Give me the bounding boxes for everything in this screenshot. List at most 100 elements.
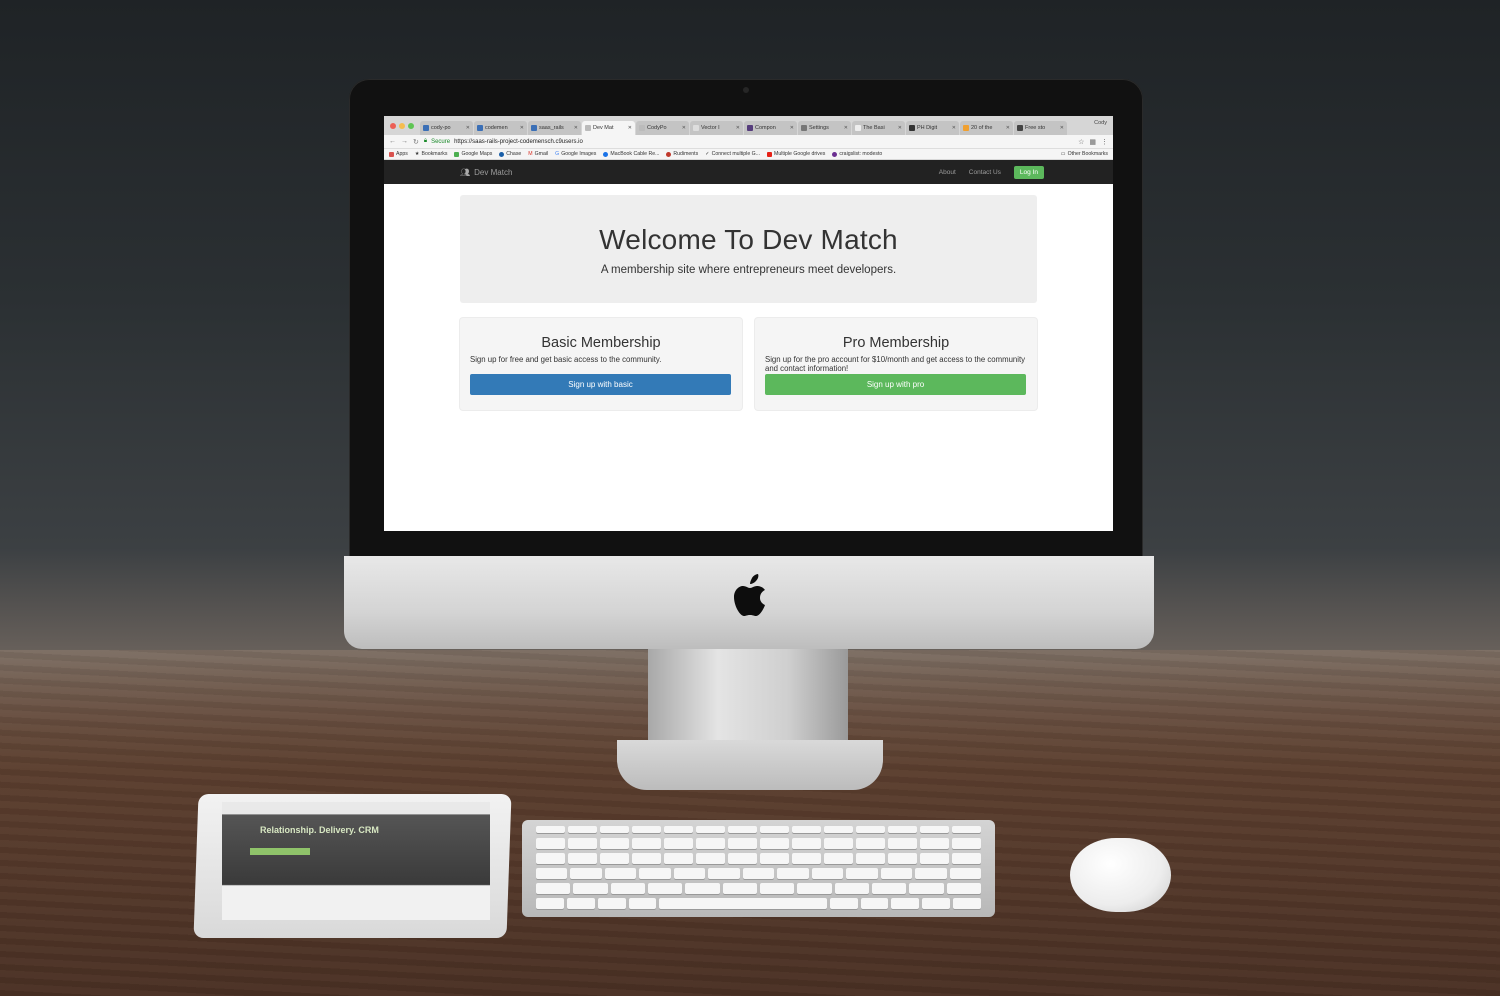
- tab-favicon-icon: [747, 125, 753, 131]
- basic-membership-title: Basic Membership: [541, 335, 661, 351]
- bookmark-favicon-icon: [603, 151, 609, 157]
- browser-user-chip[interactable]: Cody: [1094, 120, 1107, 126]
- bookmark-item[interactable]: Multiple Google drives: [767, 151, 825, 157]
- nav-about-link[interactable]: About: [939, 169, 956, 176]
- secure-label: Secure: [431, 138, 451, 145]
- browser-tab[interactable]: Vector I ✕: [690, 121, 743, 135]
- keyboard-row: [536, 883, 981, 894]
- tab-close-icon[interactable]: ✕: [1060, 125, 1064, 131]
- brand-label: Dev Match: [474, 167, 513, 177]
- page-title: Welcome To Dev Match: [599, 224, 898, 255]
- minimize-window-icon[interactable]: [399, 122, 405, 129]
- tab-favicon-icon: [1017, 125, 1023, 131]
- bookmark-item[interactable]: M Gmail: [528, 151, 548, 157]
- close-window-icon[interactable]: [390, 122, 396, 129]
- tab-favicon-icon: [477, 125, 483, 131]
- browser-tabstrip: cody-po ✕ codemen ✕ saas_rails ✕ Dev Mat ✕ C…: [384, 116, 1113, 135]
- forward-icon[interactable]: →: [401, 138, 408, 145]
- tab-close-icon[interactable]: ✕: [466, 125, 470, 131]
- signup-pro-button[interactable]: Sign up with pro: [765, 374, 1026, 395]
- bookmarks-bar: Apps ★ Bookmarks Google Maps Chase M Gmail…: [384, 149, 1113, 160]
- jumbotron: Welcome To Dev Match A membership site w…: [460, 195, 1037, 303]
- browser-tab[interactable]: Settings ✕: [798, 121, 851, 135]
- keyboard-row: [536, 826, 981, 833]
- keyboard-row: [536, 838, 981, 849]
- bookmark-item[interactable]: ✓ Connect multiple G...: [705, 151, 760, 157]
- star-icon: ★: [414, 151, 420, 157]
- pro-membership-description: Sign up for the pro account for $10/mont…: [765, 355, 1026, 373]
- keyboard: [522, 820, 995, 917]
- bookmark-item[interactable]: ★ Bookmarks: [415, 151, 448, 157]
- keyboard-row: [536, 868, 982, 879]
- tab-favicon-icon: [963, 125, 969, 131]
- browser-tab[interactable]: The Basi ✕: [852, 121, 905, 135]
- imac-stand-foot: [617, 740, 883, 790]
- imac-screen: cody-po ✕ codemen ✕ saas_rails ✕ Dev Mat ✕ C…: [384, 116, 1113, 531]
- bookmark-item[interactable]: Google Maps: [454, 151, 492, 157]
- tab-close-icon[interactable]: ✕: [898, 125, 902, 131]
- browser-tab[interactable]: Compon ✕: [744, 121, 797, 135]
- browser-tab[interactable]: 20 of the ✕: [960, 121, 1013, 135]
- basic-membership-card: Basic Membership Sign up for free and ge…: [460, 318, 742, 410]
- tab-favicon-icon: [693, 125, 699, 131]
- tab-favicon-icon: [855, 125, 861, 131]
- link-icon: ✓: [705, 151, 710, 157]
- extension-icon[interactable]: ▦: [1089, 138, 1096, 146]
- site-brand[interactable]: 👥︎ Dev Match: [460, 168, 512, 177]
- browser-tab[interactable]: CodyPo ✕: [636, 121, 689, 135]
- bookmark-item[interactable]: craigslist: modesto: [832, 151, 882, 157]
- window-controls: [390, 116, 414, 135]
- page-subtitle: A membership site where entrepreneurs me…: [600, 264, 897, 276]
- pro-membership-card: Pro Membership Sign up for the pro accou…: [755, 318, 1037, 410]
- tab-close-icon[interactable]: ✕: [1006, 125, 1010, 131]
- signup-basic-button[interactable]: Sign up with basic: [470, 374, 731, 395]
- bookmark-item[interactable]: Apps: [389, 151, 408, 157]
- folder-icon: ▭: [1060, 151, 1066, 157]
- bookmark-item[interactable]: Rudiments: [666, 151, 698, 157]
- menu-icon[interactable]: ⋮: [1101, 138, 1108, 146]
- camera-icon: [743, 87, 749, 93]
- browser-tab-active[interactable]: Dev Mat ✕: [582, 121, 635, 135]
- browser-tab[interactable]: Free sto ✕: [1014, 121, 1067, 135]
- star-icon[interactable]: ☆: [1078, 138, 1084, 146]
- gmail-icon: M: [528, 151, 533, 157]
- back-icon[interactable]: ←: [389, 138, 396, 145]
- tab-favicon-icon: [639, 125, 645, 131]
- users-icon: 👥︎: [460, 167, 471, 177]
- address-bar[interactable]: 🔒︎ Secure https://saas-rails-project-cod…: [424, 138, 1073, 145]
- tab-close-icon[interactable]: ✕: [574, 125, 578, 131]
- nav-contact-link[interactable]: Contact Us: [969, 169, 1001, 176]
- magic-mouse: [1070, 838, 1171, 912]
- other-bookmarks[interactable]: ▭ Other Bookmarks: [1061, 151, 1108, 157]
- browser-toolbar: ← → ↻ 🔒︎ Secure https://saas-rails-proje…: [384, 135, 1113, 149]
- reload-icon[interactable]: ↻: [413, 138, 419, 146]
- bookmark-item[interactable]: G Google Images: [555, 151, 596, 157]
- browser-tab[interactable]: PH Digit ✕: [906, 121, 959, 135]
- tab-favicon-icon: [423, 125, 429, 131]
- basic-membership-description: Sign up for free and get basic access to…: [470, 355, 662, 364]
- tab-close-icon[interactable]: ✕: [520, 125, 524, 131]
- bookmark-favicon-icon: [666, 151, 672, 157]
- tab-close-icon[interactable]: ✕: [844, 125, 848, 131]
- nav-links: About Contact Us Log In: [939, 165, 1044, 179]
- site-navbar: 👥︎ Dev Match About Contact Us Log In: [384, 160, 1113, 184]
- pro-membership-title: Pro Membership: [842, 335, 950, 351]
- tab-close-icon[interactable]: ✕: [790, 125, 794, 131]
- chase-icon: [499, 151, 505, 157]
- browser-tab[interactable]: saas_rails ✕: [528, 121, 581, 135]
- lock-icon: 🔒︎: [423, 138, 428, 144]
- tab-close-icon[interactable]: ✕: [682, 125, 686, 131]
- browser-tab[interactable]: codemen ✕: [474, 121, 527, 135]
- tab-close-icon[interactable]: ✕: [952, 125, 956, 131]
- url-text[interactable]: https://saas-rails-project-codemensch.c9…: [454, 139, 583, 145]
- bookmark-item[interactable]: MacBook Cable Re...: [603, 151, 659, 157]
- tab-close-icon[interactable]: ✕: [736, 125, 740, 131]
- tab-close-icon[interactable]: ✕: [628, 125, 632, 131]
- youtube-icon: [767, 151, 773, 157]
- keyboard-row: [536, 853, 981, 864]
- login-button[interactable]: Log In: [1013, 165, 1044, 179]
- bookmark-item[interactable]: Chase: [499, 151, 521, 157]
- maximize-window-icon[interactable]: [408, 122, 414, 129]
- browser-tab[interactable]: cody-po ✕: [420, 121, 473, 135]
- tab-favicon-icon: [801, 125, 807, 131]
